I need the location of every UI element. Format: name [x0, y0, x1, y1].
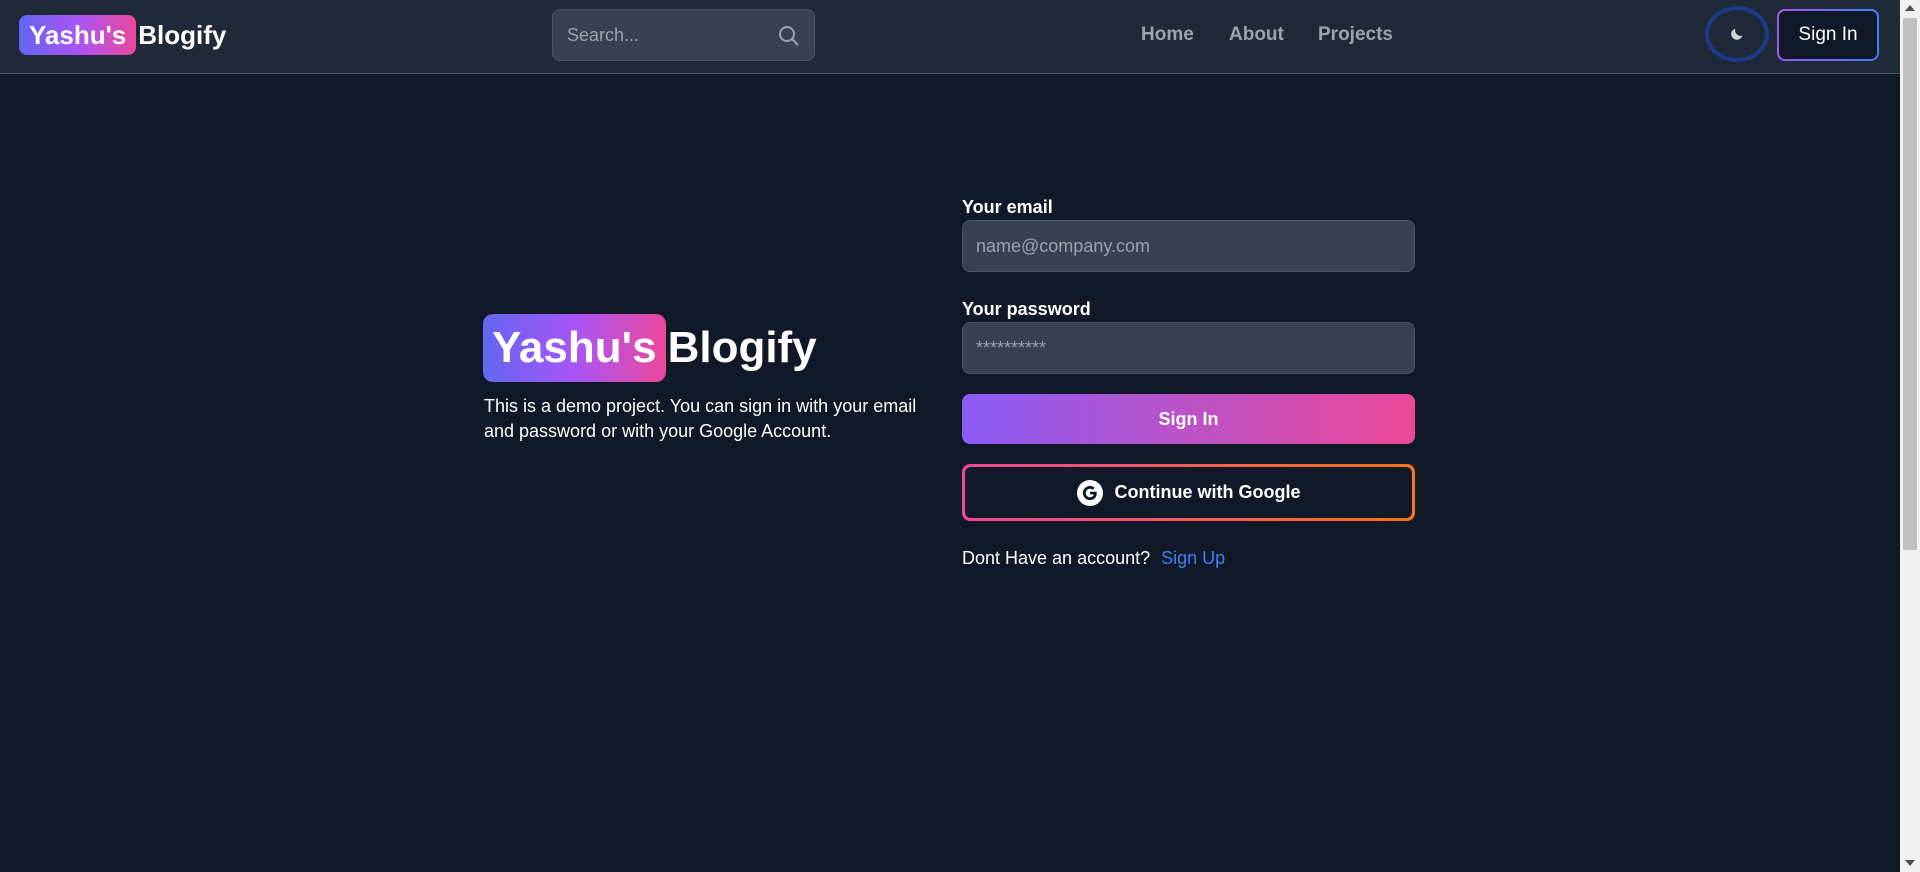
header-signin-button[interactable]: Sign In: [1777, 9, 1879, 61]
site-logo[interactable]: Yashu's Blogify: [19, 14, 226, 56]
email-field[interactable]: [962, 220, 1415, 272]
no-account-text: Dont Have an account?: [962, 548, 1151, 568]
scrollbar-thumb[interactable]: [1903, 18, 1917, 550]
signup-link[interactable]: Sign Up: [1161, 548, 1225, 568]
search-input[interactable]: [553, 10, 763, 60]
nav-about[interactable]: About: [1229, 24, 1284, 46]
scroll-down-arrow-icon[interactable]: [1905, 860, 1915, 866]
google-button-label: Continue with Google: [1114, 482, 1301, 502]
scroll-up-arrow-icon[interactable]: [1905, 5, 1915, 11]
logo-text: Blogify: [138, 19, 227, 50]
theme-toggle-button[interactable]: [1705, 6, 1769, 62]
intro-description: This is a demo project. You can sign in …: [484, 396, 917, 441]
scrollbar[interactable]: [1900, 0, 1920, 872]
signin-button[interactable]: Sign In: [962, 394, 1415, 444]
intro-logo-badge: Yashu's: [483, 314, 666, 382]
email-label: Your email: [962, 197, 1053, 217]
nav-home[interactable]: Home: [1141, 24, 1194, 46]
header-signin-label: Sign In: [1779, 11, 1877, 59]
logo-badge: Yashu's: [19, 15, 137, 55]
google-icon: [1076, 479, 1103, 506]
nav-projects[interactable]: Projects: [1318, 24, 1393, 46]
search-box: [552, 9, 815, 61]
header: Yashu's Blogify Home About Projects Sign…: [0, 0, 1900, 74]
password-label: Your password: [962, 299, 1091, 319]
moon-icon: [1731, 28, 1743, 40]
signup-row: Dont Have an account? Sign Up: [962, 548, 1225, 569]
search-icon[interactable]: [777, 24, 801, 48]
google-signin-button[interactable]: Continue with Google: [962, 464, 1415, 521]
intro-logo-text: Blogify: [667, 323, 817, 372]
password-field[interactable]: [962, 322, 1415, 374]
intro-logo: Yashu's Blogify: [483, 314, 817, 382]
